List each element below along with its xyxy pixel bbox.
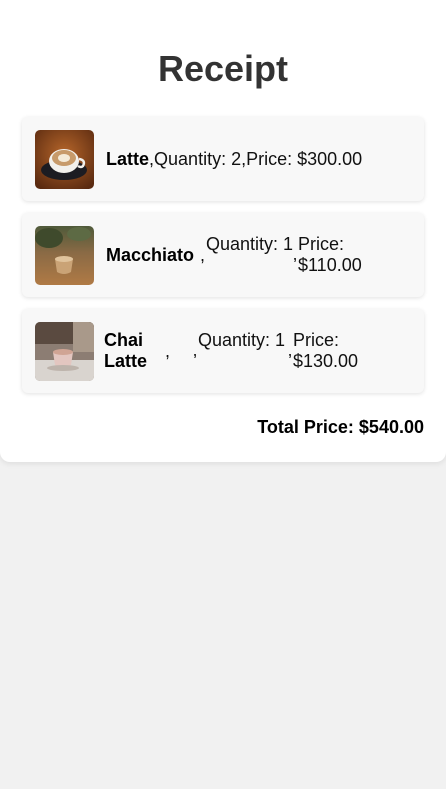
chai-latte-cup-image [35,322,94,381]
macchiato-cup-image [35,226,94,285]
separator: ’ [193,351,197,371]
list-item: Macchiato , Quantity: 1 ’ Price: $110.00 [22,213,424,297]
item-quantity: Quantity: 1 [206,234,294,254]
item-quantity: Quantity: 1 [198,330,286,350]
item-name: Chai Latte [104,330,148,371]
separator: ’ [288,351,292,371]
latte-cup-image [35,130,94,189]
item-price: Price: $130.00 [293,330,359,371]
item-price: Price: $110.00 [298,234,362,275]
receipt-card: Receipt Latte,Quantity: 2,Price: $300.00 [0,0,446,462]
item-name: Macchiato [106,245,195,265]
total-price: Total Price: $540.00 [257,417,424,437]
list-item: Latte,Quantity: 2,Price: $300.00 [22,117,424,201]
list-item: Chai Latte , ’ Quantity: 1 ’ Price: $130… [22,309,424,393]
item-name: Latte [106,149,150,169]
item-info-row: Latte,Quantity: 2,Price: $300.00 [106,149,362,170]
item-quantity: Quantity: 2 [154,149,242,169]
page-title: Receipt [157,48,289,89]
item-price: Price: $300.00 [246,149,363,169]
separator: , [200,245,206,265]
separator: , [165,341,171,361]
separator: ’ [293,255,297,275]
